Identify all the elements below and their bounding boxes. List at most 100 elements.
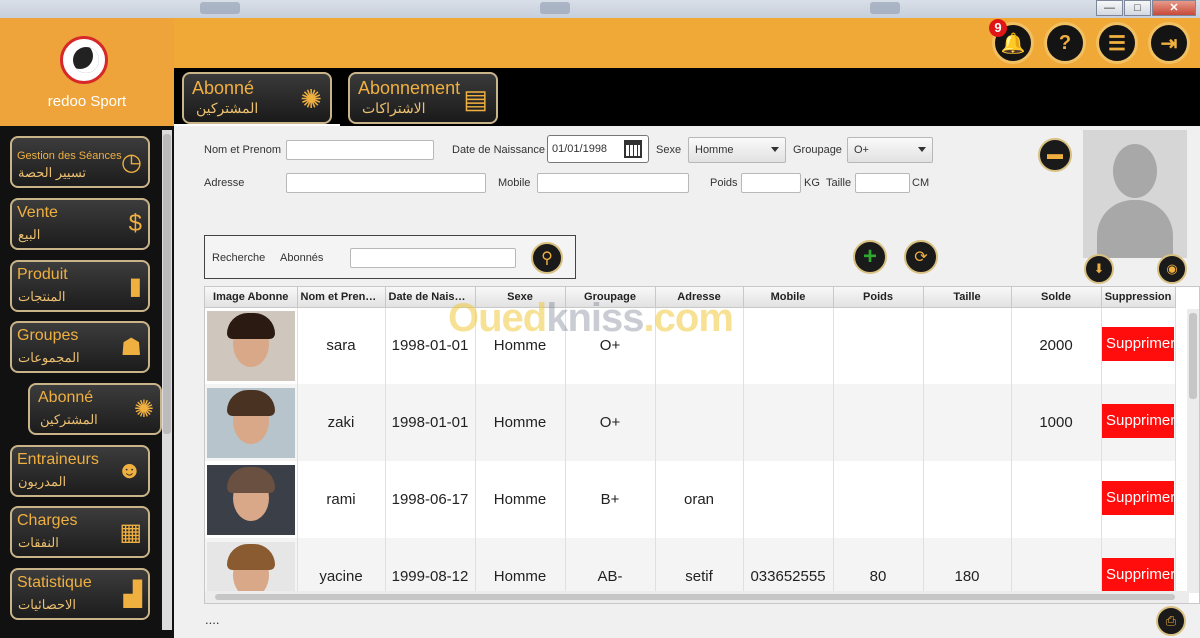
sidebar-item-charges[interactable]: Charges النفقات ▦ bbox=[10, 506, 150, 558]
column-header[interactable]: Poids bbox=[833, 287, 924, 308]
sidebar-scrollbar[interactable] bbox=[162, 130, 172, 630]
tab-abonne[interactable]: Abonné المشتركين ✺ bbox=[182, 72, 332, 124]
poids-input[interactable] bbox=[741, 173, 801, 193]
sidebar-item-groupes[interactable]: Groupes المجموعات ☗ bbox=[10, 321, 150, 373]
column-header[interactable]: Mobile bbox=[743, 287, 834, 308]
column-header[interactable]: Groupage bbox=[565, 287, 656, 308]
sexe-value: Homme bbox=[695, 144, 734, 156]
column-header[interactable]: Date de Naissance bbox=[385, 287, 476, 308]
camera-button[interactable]: ◉ bbox=[1157, 254, 1187, 284]
cell-nom: zaki bbox=[297, 384, 386, 461]
sidebar-item-label: Groupes bbox=[17, 327, 79, 344]
sidebar-item-entraineurs[interactable]: Entraineurs المدربون ☻ bbox=[10, 445, 150, 497]
table-row[interactable]: sara 1998-01-01 Homme O+ 2000 Supprimer bbox=[205, 307, 1176, 384]
table-header: Image Abonne Nom et Prenom Date de Naiss… bbox=[205, 287, 1176, 308]
tab-label-ar: الاشتراكات bbox=[362, 100, 426, 116]
cell-sexe: Homme bbox=[475, 307, 566, 384]
cell-mobile bbox=[743, 461, 834, 538]
tab-abonnement[interactable]: Abonnement الاشتراكات ▤ bbox=[348, 72, 498, 124]
taille-label: Taille bbox=[826, 177, 852, 189]
report-button[interactable]: ☰ bbox=[1096, 22, 1138, 64]
groupage-select[interactable]: O+ bbox=[847, 137, 933, 163]
help-button[interactable]: ? bbox=[1044, 22, 1086, 64]
refresh-icon: ⟳ bbox=[914, 249, 928, 266]
column-header[interactable]: Image Abonne bbox=[205, 287, 298, 308]
minimize-button[interactable]: — bbox=[1096, 0, 1123, 16]
nom-input[interactable] bbox=[286, 140, 434, 160]
sidebar-item-statistique[interactable]: Statistique الاحصائيات ▟ bbox=[10, 568, 150, 620]
search-input[interactable] bbox=[350, 248, 516, 268]
adresse-input[interactable] bbox=[286, 173, 486, 193]
cell-poids bbox=[833, 384, 924, 461]
people-icon: ✺ bbox=[133, 396, 154, 423]
column-header[interactable]: Adresse bbox=[655, 287, 744, 308]
sidebar-item-abonne[interactable]: Abonné المشتركين ✺ bbox=[28, 383, 162, 435]
naissance-datepicker[interactable]: 01/01/1998 bbox=[547, 135, 649, 163]
sidebar-item-label: Vente bbox=[17, 204, 58, 221]
card-button[interactable]: ▬ bbox=[1038, 138, 1072, 172]
search-button[interactable]: ⚲ bbox=[531, 242, 563, 274]
cell-date: 1998-01-01 bbox=[385, 307, 476, 384]
subscriber-avatar bbox=[206, 387, 295, 458]
camera-icon: ◉ bbox=[1166, 261, 1178, 276]
header-toolbar: 🔔 9 ? ☰ ⇥ bbox=[989, 19, 1190, 64]
cell-date: 1998-06-17 bbox=[385, 461, 476, 538]
notifications-button[interactable]: 🔔 9 bbox=[989, 19, 1034, 64]
table-row[interactable]: rami 1998-06-17 Homme B+ oran Supprimer bbox=[205, 461, 1176, 538]
calendar-icon[interactable] bbox=[624, 140, 642, 158]
logo-area: redoo Sport bbox=[0, 18, 174, 126]
restore-button[interactable]: □ bbox=[1124, 0, 1151, 16]
sidebar-item-label: Entraineurs bbox=[17, 451, 99, 468]
delete-button[interactable]: Supprimer bbox=[1102, 557, 1174, 592]
column-header[interactable]: Sexe bbox=[475, 287, 566, 308]
delete-button[interactable]: Supprimer bbox=[1102, 403, 1174, 438]
tab-label: Abonnement bbox=[358, 78, 461, 98]
cell-solde bbox=[1011, 461, 1102, 538]
subscriber-avatar bbox=[206, 464, 295, 535]
cell-nom: rami bbox=[297, 461, 386, 538]
column-header[interactable]: Taille bbox=[923, 287, 1012, 308]
nom-label: Nom et Prenom bbox=[204, 144, 282, 156]
column-header[interactable]: Suppression bbox=[1101, 287, 1176, 308]
add-button[interactable]: + bbox=[853, 240, 887, 274]
cell-solde: 2000 bbox=[1011, 307, 1102, 384]
search-label: Recherche bbox=[212, 252, 266, 264]
people-icon: ✺ bbox=[300, 84, 322, 114]
notifications-badge: 9 bbox=[989, 19, 1007, 37]
print-button[interactable]: ⎙ bbox=[1156, 606, 1186, 636]
download-icon: ⬇ bbox=[1093, 261, 1105, 276]
subscriber-photo bbox=[1083, 130, 1187, 258]
close-button[interactable]: ✕ bbox=[1152, 0, 1196, 16]
table-vertical-scrollbar[interactable] bbox=[1187, 309, 1199, 593]
cell-groupage: B+ bbox=[565, 461, 656, 538]
sidebar-item-vente[interactable]: Vente البيع $ bbox=[10, 198, 150, 250]
cell-mobile bbox=[743, 307, 834, 384]
cell-taille bbox=[923, 461, 1012, 538]
chevron-down-icon bbox=[918, 147, 926, 152]
taille-input[interactable] bbox=[855, 173, 910, 193]
sidebar-item-seances[interactable]: Gestion des Séances تسيير الحصة ◷ bbox=[10, 136, 150, 188]
tab-label: Abonné bbox=[192, 78, 255, 98]
cell-mobile bbox=[743, 384, 834, 461]
table-row[interactable]: zaki 1998-01-01 Homme O+ 1000 Supprimer bbox=[205, 384, 1176, 461]
cell-groupage: O+ bbox=[565, 384, 656, 461]
cell-poids bbox=[833, 461, 924, 538]
table-horizontal-scrollbar[interactable] bbox=[205, 591, 1189, 603]
cell-sexe: Homme bbox=[475, 384, 566, 461]
sidebar-item-produit[interactable]: Produit المنتجات ▮ bbox=[10, 260, 150, 312]
download-photo-button[interactable]: ⬇ bbox=[1084, 254, 1114, 284]
column-header[interactable]: Solde bbox=[1011, 287, 1102, 308]
adresse-label: Adresse bbox=[204, 177, 245, 189]
refresh-button[interactable]: ⟳ bbox=[904, 240, 938, 274]
delete-button[interactable]: Supprimer bbox=[1102, 326, 1174, 361]
delete-button[interactable]: Supprimer bbox=[1102, 480, 1174, 515]
sidebar-item-label-ar: المدربون bbox=[18, 474, 67, 489]
bill-icon: ▦ bbox=[119, 519, 142, 546]
mobile-input[interactable] bbox=[537, 173, 689, 193]
logout-button[interactable]: ⇥ bbox=[1148, 22, 1190, 64]
main-panel: Nom et Prenom Date de Naissance 01/01/19… bbox=[174, 126, 1200, 638]
chevron-down-icon bbox=[771, 147, 779, 152]
sexe-select[interactable]: Homme bbox=[688, 137, 786, 163]
column-header[interactable]: Nom et Prenom bbox=[297, 287, 386, 308]
cell-adresse: oran bbox=[655, 461, 744, 538]
